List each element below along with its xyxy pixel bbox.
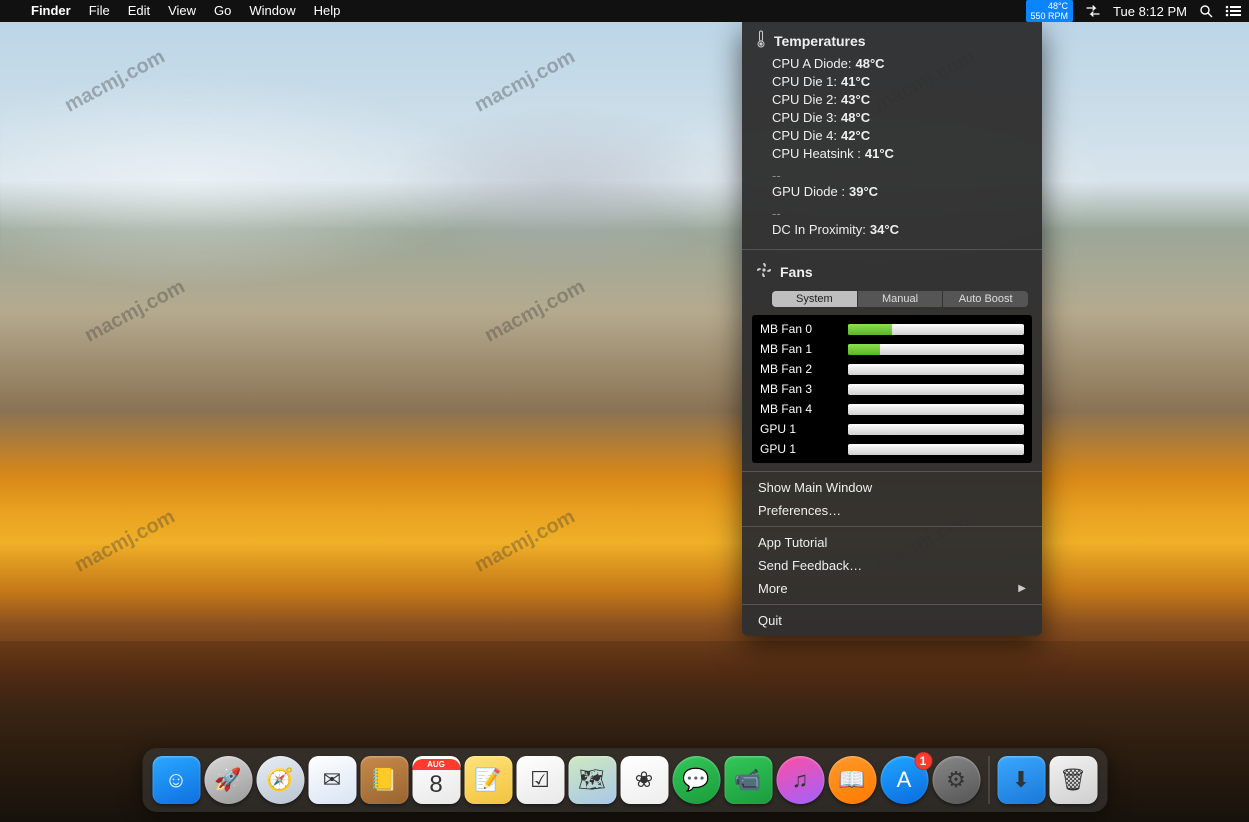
menubar-temp-widget[interactable]: 48°C 550 RPM — [1026, 0, 1074, 22]
fan-mode-segmented[interactable]: System Manual Auto Boost — [772, 291, 1028, 307]
fan-bar[interactable] — [848, 384, 1024, 395]
seg-autoboost[interactable]: Auto Boost — [942, 291, 1028, 307]
seg-system[interactable]: System — [772, 291, 857, 307]
wallpaper-mountains — [0, 0, 1249, 452]
menubar-item-go[interactable]: Go — [205, 0, 240, 22]
menubar-item-edit[interactable]: Edit — [119, 0, 159, 22]
fan-row: MB Fan 3 — [758, 379, 1026, 399]
dock: ☺🚀🧭✉📒AUG8📝☑🗺❀💬📹♫📖A1⚙ ⬇🗑 — [142, 748, 1107, 812]
fan-bar[interactable] — [848, 324, 1024, 335]
temperature-list: CPU A Diode:48°C CPU Die 1:41°C CPU Die … — [742, 55, 1042, 169]
temp-row: CPU Die 1:41°C — [772, 73, 1028, 91]
fan-row: MB Fan 4 — [758, 399, 1026, 419]
divider-dash: -- — [742, 207, 1042, 221]
fan-name: MB Fan 2 — [760, 362, 838, 376]
fan-name: MB Fan 3 — [760, 382, 838, 396]
fan-name: MB Fan 4 — [760, 402, 838, 416]
fans-title: Fans — [780, 264, 813, 280]
dock-facetime[interactable]: 📹 — [724, 756, 772, 804]
temperatures-header: Temperatures — [742, 22, 1042, 55]
dock-calendar[interactable]: AUG8 — [412, 756, 460, 804]
dock-ibooks[interactable]: 📖 — [828, 756, 876, 804]
dock-safari[interactable]: 🧭 — [256, 756, 304, 804]
divider-dash: -- — [742, 169, 1042, 183]
dock-maps[interactable]: 🗺 — [568, 756, 616, 804]
temp-row: CPU Heatsink :41°C — [772, 145, 1028, 163]
fan-name: GPU 1 — [760, 422, 838, 436]
menubar-item-help[interactable]: Help — [305, 0, 350, 22]
chevron-right-icon: ▶ — [1018, 583, 1026, 594]
menubar-item-file[interactable]: File — [80, 0, 119, 22]
menu-app-tutorial[interactable]: App Tutorial — [742, 531, 1042, 554]
fan-bar[interactable] — [848, 444, 1024, 455]
spotlight-icon[interactable] — [1199, 4, 1213, 18]
menubar-clock[interactable]: Tue 8:12 PM — [1113, 4, 1187, 19]
temp-monitor-panel: Temperatures CPU A Diode:48°C CPU Die 1:… — [742, 22, 1042, 636]
temp-row: DC In Proximity:34°C — [772, 221, 1028, 239]
fast-user-switch-icon[interactable] — [1085, 4, 1101, 18]
menubar-item-window[interactable]: Window — [240, 0, 304, 22]
menu-preferences[interactable]: Preferences… — [742, 499, 1042, 522]
dock-badge: 1 — [914, 752, 932, 770]
fan-fill — [848, 344, 880, 355]
dock-notes[interactable]: 📝 — [464, 756, 512, 804]
fan-bar[interactable] — [848, 364, 1024, 375]
dc-temp: DC In Proximity:34°C — [742, 221, 1042, 245]
temp-row: CPU Die 4:42°C — [772, 127, 1028, 145]
menubar-item-view[interactable]: View — [159, 0, 205, 22]
fan-bar[interactable] — [848, 344, 1024, 355]
dock-reminders[interactable]: ☑ — [516, 756, 564, 804]
dock-contacts[interactable]: 📒 — [360, 756, 408, 804]
menu-quit[interactable]: Quit — [742, 609, 1042, 632]
fan-row: MB Fan 1 — [758, 339, 1026, 359]
fan-row: MB Fan 0 — [758, 319, 1026, 339]
dock-launchpad[interactable]: 🚀 — [204, 756, 252, 804]
thermometer-icon — [756, 30, 766, 51]
dock-downloads[interactable]: ⬇ — [997, 756, 1045, 804]
temp-row: CPU Die 2:43°C — [772, 91, 1028, 109]
menu-send-feedback[interactable]: Send Feedback… — [742, 554, 1042, 577]
dock-appstore[interactable]: A1 — [880, 756, 928, 804]
fan-row: GPU 1 — [758, 439, 1026, 459]
fan-icon — [756, 262, 772, 281]
seg-manual[interactable]: Manual — [857, 291, 943, 307]
fan-name: MB Fan 1 — [760, 342, 838, 356]
temp-row: GPU Diode :39°C — [772, 183, 1028, 201]
temp-row: CPU Die 3:48°C — [772, 109, 1028, 127]
menubar: Finder File Edit View Go Window Help 48°… — [0, 0, 1249, 22]
dock-itunes[interactable]: ♫ — [776, 756, 824, 804]
gpu-temp: GPU Diode :39°C — [742, 183, 1042, 207]
fan-row: MB Fan 2 — [758, 359, 1026, 379]
fans-header: Fans — [742, 254, 1042, 285]
fan-list: MB Fan 0 MB Fan 1 MB Fan 2 MB Fan 3 MB Fan 4… — [752, 315, 1032, 463]
fan-row: GPU 1 — [758, 419, 1026, 439]
dock-mail[interactable]: ✉ — [308, 756, 356, 804]
dock-messages[interactable]: 💬 — [672, 756, 720, 804]
dock-trash[interactable]: 🗑 — [1049, 756, 1097, 804]
temperatures-title: Temperatures — [774, 33, 866, 49]
watermark: macmj.com — [471, 506, 579, 578]
notification-center-icon[interactable] — [1225, 5, 1241, 17]
fan-name: MB Fan 0 — [760, 322, 838, 336]
menu-show-main-window[interactable]: Show Main Window — [742, 476, 1042, 499]
fan-bar[interactable] — [848, 424, 1024, 435]
fan-name: GPU 1 — [760, 442, 838, 456]
menu-more[interactable]: More▶ — [742, 577, 1042, 600]
dock-separator — [988, 756, 989, 804]
dock-finder[interactable]: ☺ — [152, 756, 200, 804]
temp-row: CPU A Diode:48°C — [772, 55, 1028, 73]
temp-widget-rpm: 550 RPM — [1031, 11, 1069, 21]
watermark: macmj.com — [71, 506, 179, 578]
menubar-app-name[interactable]: Finder — [22, 0, 80, 22]
dock-sysprefs[interactable]: ⚙ — [932, 756, 980, 804]
dock-photos[interactable]: ❀ — [620, 756, 668, 804]
temp-widget-temp: 48°C — [1031, 1, 1069, 11]
fan-fill — [848, 324, 892, 335]
fan-bar[interactable] — [848, 404, 1024, 415]
